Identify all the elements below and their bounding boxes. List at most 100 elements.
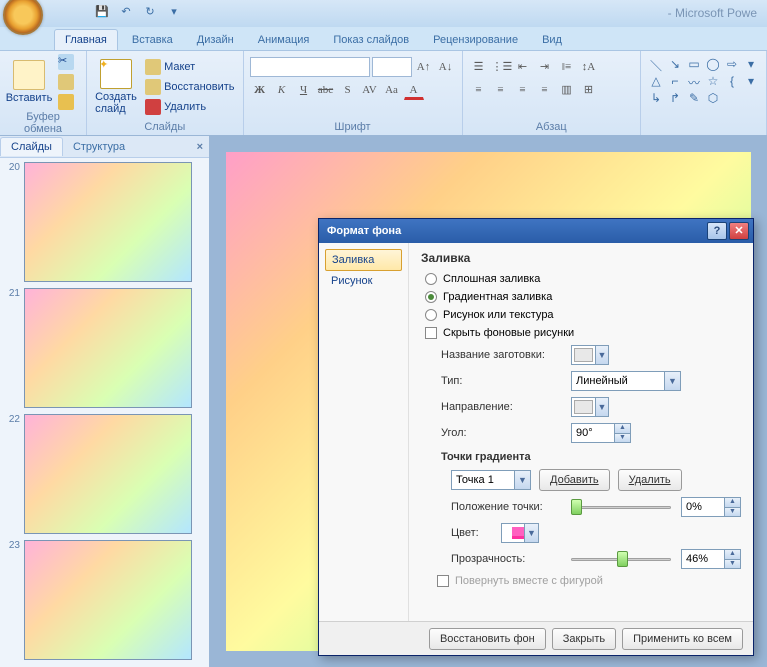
align-right-button[interactable]: ≡ <box>513 80 533 100</box>
remove-stop-button[interactable]: Удалить <box>618 469 682 491</box>
shape-star-icon[interactable]: ☆ <box>704 74 722 90</box>
shape-conn2-icon[interactable]: ↱ <box>666 91 684 107</box>
shape-more-icon[interactable]: ▾ <box>742 57 760 73</box>
reset-bg-button[interactable]: Восстановить фон <box>429 628 546 650</box>
save-icon[interactable]: 💾 <box>93 5 111 23</box>
format-painter-button[interactable] <box>56 93 76 111</box>
color-picker[interactable]: ▼ <box>501 523 539 543</box>
tab-view[interactable]: Вид <box>532 30 572 50</box>
delete-slide-button[interactable]: Удалить <box>143 98 236 116</box>
shape-rect-icon[interactable]: ▭ <box>685 57 703 73</box>
shape-free-icon[interactable]: ✎ <box>685 91 703 107</box>
radio-solid-fill[interactable]: Сплошная заливка <box>421 273 741 285</box>
shape-more2-icon[interactable]: ▾ <box>742 74 760 90</box>
shrink-font-icon[interactable]: A↓ <box>436 57 456 77</box>
slide-thumbnail[interactable] <box>24 162 192 282</box>
tab-home[interactable]: Главная <box>54 29 118 50</box>
tab-slideshow[interactable]: Показ слайдов <box>323 30 419 50</box>
layout-button[interactable]: Макет <box>143 58 236 76</box>
slide-thumbnail[interactable] <box>24 414 192 534</box>
dialog-title-bar[interactable]: Формат фона ? ✕ <box>319 219 753 243</box>
slide-thumbnail[interactable] <box>24 540 192 660</box>
spin-down-icon[interactable]: ▼ <box>724 508 740 517</box>
close-icon[interactable]: ✕ <box>729 222 749 240</box>
paste-button[interactable]: Вставить <box>6 53 52 111</box>
indent-dec-button[interactable]: ⇤ <box>513 57 533 77</box>
type-combo[interactable]: Линейный▼ <box>571 371 681 391</box>
shape-tri-icon[interactable]: △ <box>647 74 665 90</box>
shape-elbow-icon[interactable]: ⌐ <box>666 74 684 90</box>
change-case-button[interactable]: Aa <box>382 80 402 100</box>
spin-down-icon[interactable]: ▼ <box>614 434 630 443</box>
check-hide-bg[interactable]: Скрыть фоновые рисунки <box>421 327 741 339</box>
help-button[interactable]: ? <box>707 222 727 240</box>
radio-texture-fill[interactable]: Рисунок или текстура <box>421 309 741 321</box>
direction-picker[interactable]: ▼ <box>571 397 609 417</box>
tab-animation[interactable]: Анимация <box>248 30 320 50</box>
qat-dropdown-icon[interactable]: ▾ <box>165 5 183 23</box>
redo-icon[interactable]: ↻ <box>141 5 159 23</box>
undo-icon[interactable]: ↶ <box>117 5 135 23</box>
add-stop-button[interactable]: Добавить <box>539 469 610 491</box>
smartart-button[interactable]: ⊞ <box>579 80 599 100</box>
shape-oval-icon[interactable]: ◯ <box>704 57 722 73</box>
shape-conn-icon[interactable]: ↳ <box>647 91 665 107</box>
spin-down-icon[interactable]: ▼ <box>724 560 740 569</box>
thumbnail-row[interactable]: 23 <box>4 540 205 660</box>
slide-thumbnail[interactable] <box>24 288 192 408</box>
spacing-button[interactable]: AV <box>360 80 380 100</box>
nav-fill[interactable]: Заливка <box>325 249 402 271</box>
bullets-button[interactable]: ☰ <box>469 57 489 77</box>
justify-button[interactable]: ≡ <box>535 80 555 100</box>
tab-insert[interactable]: Вставка <box>122 30 183 50</box>
line-spacing-button[interactable]: ‖≡ <box>557 57 577 77</box>
transparency-slider[interactable] <box>571 550 671 568</box>
align-left-button[interactable]: ≡ <box>469 80 489 100</box>
pane-tab-slides[interactable]: Слайды <box>0 137 63 156</box>
numbering-button[interactable]: ⋮☰ <box>491 57 511 77</box>
shape-arrow2-icon[interactable]: ⇨ <box>723 57 741 73</box>
radio-gradient-fill[interactable]: Градиентная заливка <box>421 291 741 303</box>
align-center-button[interactable]: ≡ <box>491 80 511 100</box>
reset-button[interactable]: Восстановить <box>143 78 236 96</box>
strike-button[interactable]: abc <box>316 80 336 100</box>
tab-design[interactable]: Дизайн <box>187 30 244 50</box>
font-color-button[interactable]: A <box>404 80 424 100</box>
spin-up-icon[interactable]: ▲ <box>724 550 740 560</box>
stop-combo[interactable]: Точка 1▼ <box>451 470 531 490</box>
copy-button[interactable] <box>56 73 76 91</box>
position-slider[interactable] <box>571 498 671 516</box>
thumbnail-row[interactable]: 21 <box>4 288 205 408</box>
thumbnail-list[interactable]: 20 21 22 23 <box>0 158 209 667</box>
nav-picture[interactable]: Рисунок <box>325 271 402 291</box>
shadow-button[interactable]: S <box>338 80 358 100</box>
shape-arrow-icon[interactable]: ↘ <box>666 57 684 73</box>
cut-button[interactable]: ✂ <box>56 53 76 71</box>
underline-button[interactable]: Ч <box>294 80 314 100</box>
angle-spinner[interactable]: 90°▲▼ <box>571 423 631 443</box>
font-family-combo[interactable] <box>250 57 370 77</box>
indent-inc-button[interactable]: ⇥ <box>535 57 555 77</box>
bold-button[interactable]: Ж <box>250 80 270 100</box>
shape-hex-icon[interactable]: ⬡ <box>704 91 722 107</box>
spin-up-icon[interactable]: ▲ <box>614 424 630 434</box>
spin-up-icon[interactable]: ▲ <box>724 498 740 508</box>
columns-button[interactable]: ▥ <box>557 80 577 100</box>
shape-curve-icon[interactable]: 〰 <box>685 74 703 90</box>
pane-close-icon[interactable]: × <box>191 141 209 153</box>
pane-tab-outline[interactable]: Структура <box>63 138 135 156</box>
position-spinner[interactable]: 0%▲▼ <box>681 497 741 517</box>
apply-all-button[interactable]: Применить ко всем <box>622 628 743 650</box>
thumbnail-row[interactable]: 20 <box>4 162 205 282</box>
close-button[interactable]: Закрыть <box>552 628 616 650</box>
font-size-combo[interactable] <box>372 57 412 77</box>
italic-button[interactable]: К <box>272 80 292 100</box>
tab-review[interactable]: Рецензирование <box>423 30 528 50</box>
thumbnail-row[interactable]: 22 <box>4 414 205 534</box>
new-slide-button[interactable]: ✦ Создать слайд <box>93 53 139 121</box>
preset-picker[interactable]: ▼ <box>571 345 609 365</box>
grow-font-icon[interactable]: A↑ <box>414 57 434 77</box>
text-direction-button[interactable]: ↕A <box>579 57 599 77</box>
shape-brace-icon[interactable]: { <box>723 74 741 90</box>
transparency-spinner[interactable]: 46%▲▼ <box>681 549 741 569</box>
